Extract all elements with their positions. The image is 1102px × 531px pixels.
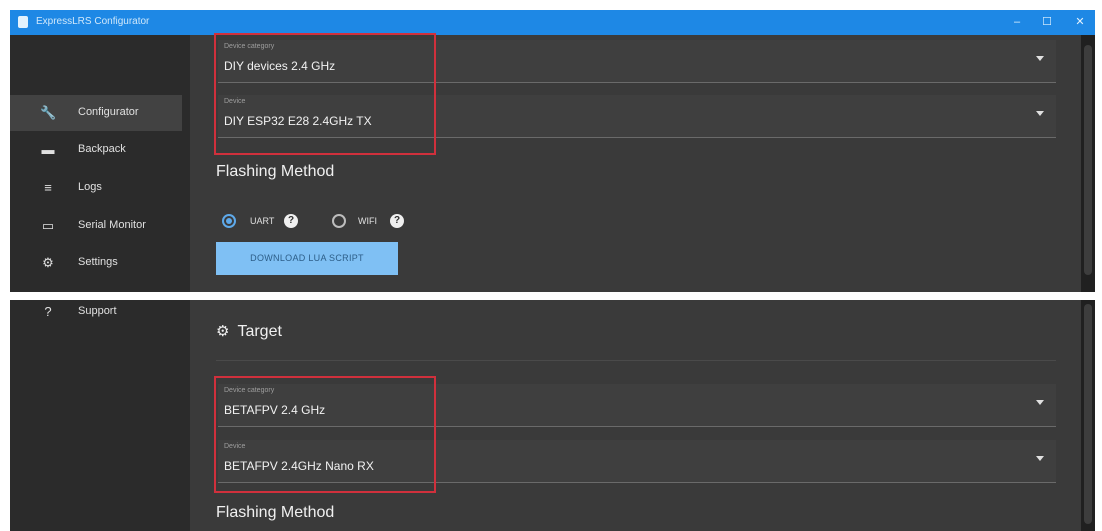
sidebar: ? Support: [10, 300, 190, 531]
title-bar: ExpressLRS Configurator – ☐ ✕: [10, 10, 1095, 35]
sidebar-item-label: Configurator: [78, 106, 139, 118]
wifi-radio[interactable]: [332, 214, 346, 228]
list-icon: ≡: [44, 180, 52, 195]
highlight-box: [214, 376, 436, 493]
sidebar-item-label: Logs: [78, 181, 102, 193]
flashing-method-options: UART ? WIFI ?: [222, 211, 462, 233]
highlight-box: [214, 33, 436, 155]
minimize-button[interactable]: –: [1002, 12, 1032, 32]
main-content: Device category DIY devices 2.4 GHz Devi…: [190, 33, 1081, 292]
gear-icon: ⚙: [42, 255, 54, 270]
main-content: ⚙ Target Device category BETAFPV 2.4 GHz …: [190, 300, 1081, 531]
divider: [216, 360, 1056, 361]
uart-radio[interactable]: [222, 214, 236, 228]
download-lua-script-button[interactable]: DOWNLOAD LUA SCRIPT: [216, 242, 398, 275]
scroll-thumb[interactable]: [1084, 45, 1092, 275]
sidebar-item-logs[interactable]: ≡ Logs: [10, 170, 182, 206]
chevron-down-icon: [1036, 56, 1044, 61]
help-icon[interactable]: ?: [284, 214, 298, 228]
app-icon: [18, 16, 28, 28]
window-title: ExpressLRS Configurator: [36, 16, 150, 27]
chevron-down-icon: [1036, 111, 1044, 116]
sidebar-item-label: Settings: [78, 256, 118, 268]
target-title: ⚙ Target: [216, 322, 282, 341]
scroll-thumb[interactable]: [1084, 304, 1092, 524]
scrollbar[interactable]: [1081, 300, 1095, 531]
wifi-label: WIFI: [358, 216, 377, 226]
sidebar-item-serial-monitor[interactable]: ▭ Serial Monitor: [10, 208, 182, 244]
target-title-text: Target: [237, 323, 282, 340]
chevron-down-icon: [1036, 456, 1044, 461]
sidebar-item-label: Serial Monitor: [78, 219, 146, 231]
uart-label: UART: [250, 216, 275, 226]
sidebar-item-label: Backpack: [78, 143, 126, 155]
help-icon[interactable]: ?: [390, 214, 404, 228]
scrollbar[interactable]: [1081, 35, 1095, 292]
monitor-icon: ▭: [41, 218, 55, 233]
flashing-method-title: Flashing Method: [216, 163, 335, 180]
maximize-button[interactable]: ☐: [1032, 12, 1062, 32]
close-button[interactable]: ✕: [1065, 12, 1095, 32]
chevron-down-icon: [1036, 400, 1044, 405]
sidebar-item-label: Support: [78, 305, 117, 317]
app-window-bottom: ? Support ⚙ Target Device category BETAFP…: [10, 300, 1095, 531]
help-circle-icon: ?: [44, 304, 52, 319]
sidebar-item-settings[interactable]: ⚙ Settings: [10, 245, 182, 281]
sd-card-icon: ▬: [41, 142, 55, 157]
sidebar-item-support[interactable]: ? Support: [10, 300, 182, 330]
gear-icon: ⚙: [216, 323, 230, 340]
app-window-top: ExpressLRS Configurator – ☐ ✕ 🔧 Configur…: [10, 10, 1095, 292]
sidebar-item-backpack[interactable]: ▬ Backpack: [10, 132, 182, 168]
wrench-icon: 🔧: [40, 105, 57, 120]
sidebar-item-configurator[interactable]: 🔧 Configurator: [10, 95, 182, 131]
sidebar: 🔧 Configurator ▬ Backpack ≡ Logs ▭ Seria…: [10, 35, 190, 292]
flashing-method-title: Flashing Method: [216, 504, 335, 521]
